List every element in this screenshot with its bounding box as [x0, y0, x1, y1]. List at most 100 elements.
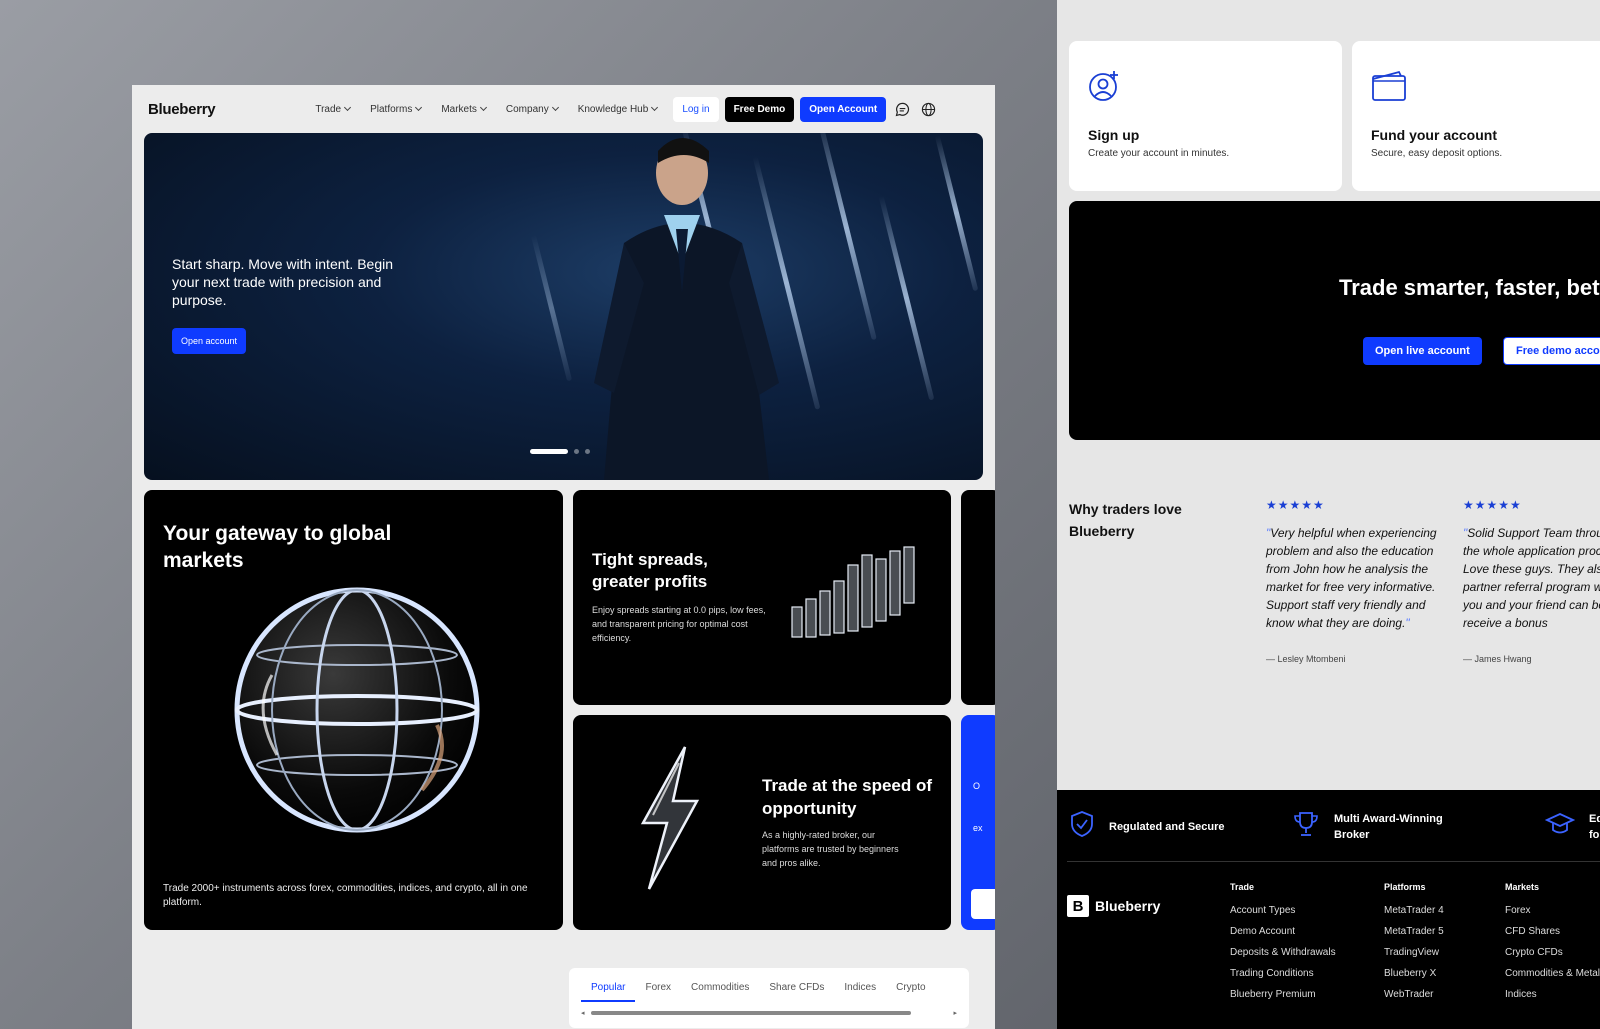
quote-mark-icon: " — [1405, 616, 1410, 630]
nav-item-trade[interactable]: Trade — [315, 103, 352, 115]
spreads-description: Enjoy spreads starting at 0.0 pips, low … — [592, 605, 766, 643]
nav-item-platforms[interactable]: Platforms — [370, 104, 423, 115]
speed-title: Trade at the speed of opportunity — [762, 776, 933, 818]
footer-column-trade: Trade Account Types Demo Account Deposit… — [1230, 882, 1336, 1010]
nav-actions: Log in Free Demo Open Account — [673, 96, 887, 122]
brand-logo[interactable]: Blueberry — [148, 101, 216, 118]
chevron-down-icon — [479, 103, 487, 112]
free-demo-button[interactable]: Free Demo — [724, 96, 795, 122]
businessman-image — [594, 138, 779, 480]
nav-item-knowledge-hub[interactable]: Knowledge Hub — [577, 103, 659, 115]
graduation-cap-icon — [1544, 810, 1576, 843]
next-blue-card-peek[interactable]: O ex — [961, 715, 995, 930]
chevron-down-icon — [651, 103, 659, 112]
cta-title: Trade smarter, faster, better — [1339, 275, 1600, 300]
nav-item-label: Markets — [441, 103, 477, 115]
nav-item-label: Company — [505, 103, 549, 115]
hero-open-account-button[interactable]: Open account — [172, 328, 247, 354]
login-button[interactable]: Log in — [673, 96, 719, 122]
step-description: Secure, easy deposit options. — [1371, 148, 1503, 159]
footer-column-heading: Trade — [1230, 882, 1255, 892]
shield-check-icon — [1069, 810, 1095, 843]
chevron-down-icon — [551, 103, 559, 112]
footer-column-platforms: Platforms MetaTrader 4 MetaTrader 5 Trad… — [1384, 882, 1444, 1010]
badge-regulated: Regulated and Secure — [1069, 810, 1239, 843]
star-rating: ★★★★★ — [1266, 498, 1325, 512]
next-card-peek[interactable] — [961, 490, 995, 705]
tab-commodities[interactable]: Commodities — [681, 978, 759, 1002]
tabs-scrollbar[interactable]: ◂ ▸ — [581, 1009, 957, 1017]
review-text: Solid Support Team throughout the whole … — [1463, 526, 1600, 630]
step-card-sign-up[interactable]: Sign up Create your account in minutes. — [1069, 41, 1342, 191]
top-navigation: Blueberry Trade Platforms Markets Compan… — [132, 85, 995, 133]
footer-link[interactable]: WebTrader — [1384, 989, 1444, 1000]
scroll-left-icon[interactable]: ◂ — [581, 1009, 585, 1017]
market-tabs: Popular Forex Commodities Share CFDs Ind… — [569, 968, 969, 1002]
tab-share-cfds[interactable]: Share CFDs — [759, 978, 834, 1002]
review-quote: "Very helpful when experiencing problem … — [1266, 524, 1441, 632]
speed-card[interactable]: Trade at the speed of opportunity As a h… — [573, 715, 951, 930]
nav-item-company[interactable]: Company — [505, 103, 559, 115]
scroll-right-icon[interactable]: ▸ — [953, 1009, 957, 1017]
light-beam — [934, 134, 979, 292]
footer-link[interactable]: CFD Shares — [1505, 926, 1600, 937]
step-card-fund-account[interactable]: Fund your account Secure, easy deposit o… — [1352, 41, 1600, 191]
logo-mark: B — [1067, 895, 1089, 917]
footer-link[interactable]: Indices — [1505, 989, 1600, 1000]
tab-crypto[interactable]: Crypto — [886, 978, 935, 1002]
user-add-icon — [1088, 70, 1120, 107]
footer: Regulated and Secure Multi Award-Winning… — [1057, 790, 1600, 1029]
reviews-heading: Why traders love Blueberry — [1069, 501, 1182, 539]
globe-icon[interactable] — [918, 99, 938, 119]
trophy-icon — [1292, 810, 1320, 843]
badge-label: Multi Award-Winning Broker — [1334, 812, 1443, 841]
footer-logo[interactable]: B Blueberry — [1067, 895, 1160, 917]
nav-item-label: Knowledge Hub — [577, 103, 649, 115]
peek-button[interactable] — [971, 889, 995, 919]
footer-link[interactable]: Trading Conditions — [1230, 968, 1336, 979]
cta-banner: Trade smarter, faster, better Open live … — [1069, 201, 1600, 440]
glass-bars-image — [791, 546, 915, 638]
step-title: Sign up — [1088, 127, 1140, 143]
footer-link[interactable]: Commodities & Metals — [1505, 968, 1600, 979]
step-title: Fund your account — [1371, 127, 1497, 143]
carousel-dot[interactable] — [585, 449, 590, 454]
speed-description: As a highly-rated broker, our platforms … — [762, 830, 899, 868]
footer-link[interactable]: MetaTrader 5 — [1384, 926, 1444, 937]
nav-item-markets[interactable]: Markets — [441, 103, 487, 115]
carousel-dot-active[interactable] — [530, 449, 568, 454]
footer-link[interactable]: Blueberry X — [1384, 968, 1444, 979]
review-card: ★★★★★ "Solid Support Team throughout the… — [1463, 498, 1600, 664]
chat-icon[interactable] — [892, 99, 912, 119]
footer-link[interactable]: Demo Account — [1230, 926, 1336, 937]
step-description: Create your account in minutes. — [1088, 148, 1230, 159]
footer-link[interactable]: Account Types — [1230, 905, 1336, 916]
footer-link[interactable]: Forex — [1505, 905, 1600, 916]
tab-popular[interactable]: Popular — [581, 978, 636, 1002]
tab-indices[interactable]: Indices — [834, 978, 886, 1002]
tab-forex[interactable]: Forex — [635, 978, 681, 1002]
footer-link[interactable]: TradingView — [1384, 947, 1444, 958]
carousel-dot[interactable] — [574, 449, 579, 454]
peek-text: ex — [973, 823, 983, 833]
footer-column-heading: Platforms — [1384, 882, 1426, 892]
spreads-card[interactable]: Tight spreads, greater profits Enjoy spr… — [573, 490, 951, 705]
scrollbar-thumb[interactable] — [591, 1011, 911, 1015]
footer-link[interactable]: Crypto CFDs — [1505, 947, 1600, 958]
footer-column-markets: Markets Forex CFD Shares Crypto CFDs Com… — [1505, 882, 1600, 1010]
open-account-button[interactable]: Open Account — [800, 96, 887, 122]
free-demo-account-button[interactable]: Free demo account — [1503, 337, 1600, 365]
footer-link[interactable]: Blueberry Premium — [1230, 989, 1336, 1000]
spreads-title: Tight spreads, greater profits — [592, 550, 708, 591]
market-tabs-panel: Popular Forex Commodities Share CFDs Ind… — [569, 968, 969, 1028]
carousel-dots — [530, 449, 590, 454]
chevron-down-icon — [344, 103, 352, 112]
footer-link[interactable]: Deposits & Withdrawals — [1230, 947, 1336, 958]
glass-globe-image — [234, 587, 480, 833]
footer-link[interactable]: MetaTrader 4 — [1384, 905, 1444, 916]
wallet-icon — [1371, 70, 1407, 107]
gateway-card[interactable]: Your gateway to global markets Trade 200… — [144, 490, 563, 930]
review-author: — James Hwang — [1463, 654, 1532, 664]
nav-item-label: Trade — [315, 103, 342, 115]
open-live-account-button[interactable]: Open live account — [1363, 337, 1482, 365]
